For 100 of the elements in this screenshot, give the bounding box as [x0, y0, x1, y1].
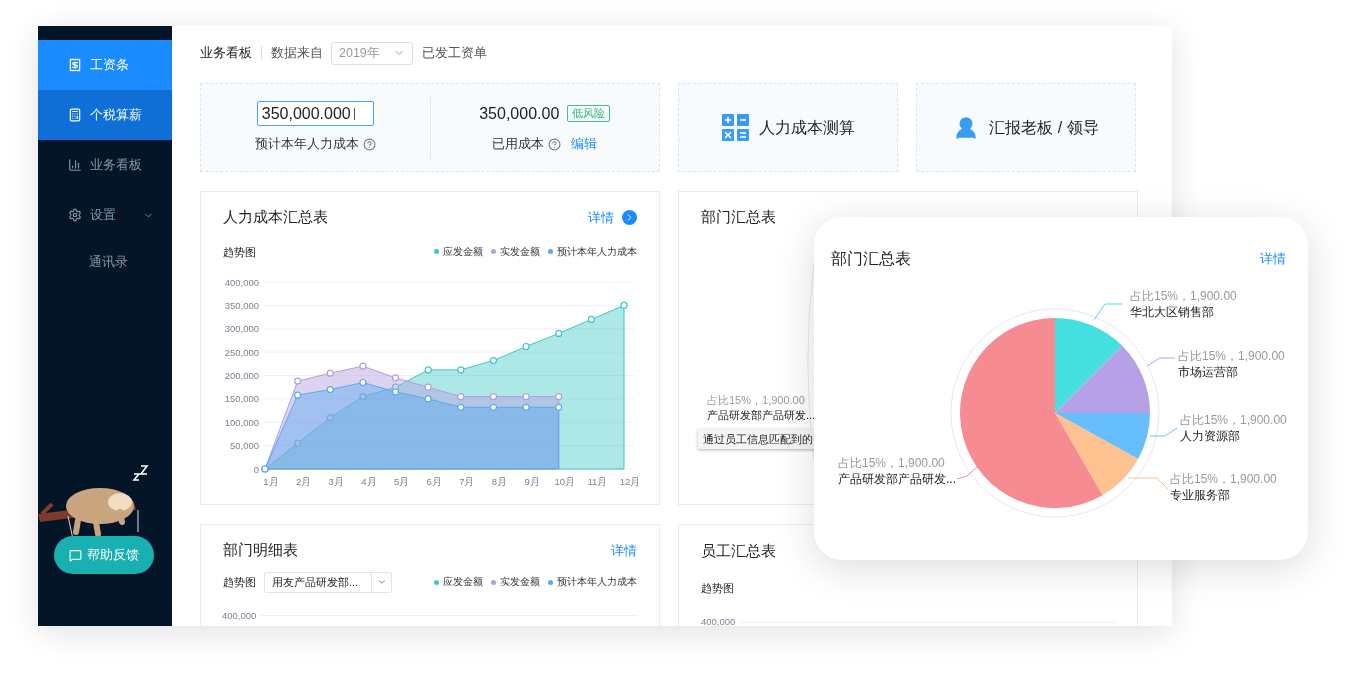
data-point [326, 369, 334, 377]
data-point [294, 439, 302, 447]
axis-label: 5月 [393, 476, 410, 487]
edit-link[interactable]: 编辑 [571, 135, 598, 154]
source-label: 数据来自 [271, 44, 323, 63]
receipt-icon [68, 58, 82, 72]
message-icon [69, 548, 82, 562]
axis-label: 200,000 [224, 370, 259, 381]
data-point [522, 342, 530, 351]
slice-value-label: 占比15%，1,900.00 [1170, 471, 1277, 487]
data-point [326, 413, 334, 422]
axis-label: 100,000 [224, 416, 259, 428]
slice-value-label: 占比15%，1,900.00 [1178, 348, 1285, 364]
axis-label: 6月 [426, 476, 442, 487]
used-cost-value: 350,000.00 [479, 103, 560, 124]
axis-label: 4月 [361, 476, 377, 487]
card-title: 部门汇总表 [701, 207, 776, 227]
slice-name-label: 市场运营部 [1178, 364, 1239, 380]
axis-label: 0 [253, 463, 259, 475]
data-point [489, 356, 498, 365]
axis-label: 7月 [459, 476, 475, 487]
legend-label: 预计本年人力成本 [557, 244, 637, 259]
leader-line [1149, 427, 1178, 437]
data-point [522, 392, 530, 401]
calculator-icon [721, 114, 749, 141]
axis-label: 400,000 [222, 608, 257, 623]
action-card[interactable]: 人力成本测算 [678, 83, 898, 172]
leader-line [1146, 357, 1176, 367]
source-suffix: 已发工资单 [422, 44, 487, 63]
sidebar-item[interactable]: 设置 [38, 190, 172, 240]
axis-label: 8月 [491, 476, 508, 487]
data-point [424, 366, 432, 374]
sidebar-item[interactable]: 业务看板 [38, 140, 172, 190]
help-icon[interactable] [548, 138, 562, 151]
legend-label: 预计本年人力成本 [557, 574, 637, 589]
legend-label: 应发金额 [443, 244, 483, 259]
sidebar-subitem[interactable]: 通讯录 [38, 240, 172, 284]
help-icon[interactable] [362, 138, 376, 151]
page-title: 业务看板 [200, 44, 252, 63]
card-title: 部门明细表 [223, 540, 298, 560]
leader-line [1093, 303, 1123, 321]
axis-label: 11月 [587, 476, 608, 487]
data-point [555, 329, 563, 338]
axis-label: 2月 [296, 476, 312, 487]
card-title: 人力成本汇总表 [223, 207, 328, 227]
budget-input[interactable]: 350,000.000 [256, 101, 374, 127]
slice-name-label: 人力资源部 [1180, 428, 1241, 444]
axis-label: 12月 [619, 476, 641, 487]
year-select[interactable]: 2019年 [331, 41, 413, 65]
card-title: 部门汇总表 [831, 249, 911, 269]
data-point [424, 395, 432, 403]
axis-label: 10月 [554, 476, 575, 487]
axis-label: 150,000 [224, 393, 259, 405]
axis-label: 3月 [328, 476, 344, 487]
leader-line [956, 466, 978, 480]
budget-label: 预计本年人力成本 [254, 136, 359, 154]
data-point [587, 315, 595, 323]
data-point [457, 392, 465, 401]
legend-label: 实发金额 [500, 244, 540, 259]
axis-label: 50,000 [229, 440, 259, 452]
slice-value-label: 占比15%，1,900.00 [1180, 412, 1287, 428]
data-point [359, 392, 367, 401]
slice-name-label: 华北大区销售部 [1130, 304, 1215, 320]
data-point [326, 385, 334, 394]
data-point [555, 403, 563, 411]
settings-icon [68, 208, 82, 222]
axis-label: 350,000 [224, 299, 259, 311]
help-feedback-button[interactable]: 帮助反馈 [54, 536, 154, 574]
axis-label: 250,000 [224, 346, 259, 358]
action-card[interactable]: 汇报老板 / 领导 [916, 83, 1136, 172]
axis-label: 400,000 [701, 615, 736, 626]
slice-name-label: 专业服务部 [1170, 487, 1231, 503]
department-select[interactable]: 用友产品研发部... [264, 571, 392, 593]
legend-label: 实发金额 [500, 574, 540, 589]
slice-name-label: 产品研发部产品研发... [707, 408, 816, 423]
detail-link[interactable]: 详情 [588, 207, 614, 227]
data-point [555, 392, 563, 401]
slice-value-label: 占比15%，1,900.00 [1130, 288, 1237, 304]
detail-link[interactable]: 详情 [611, 540, 637, 560]
data-point [424, 383, 432, 391]
data-point [457, 403, 465, 411]
axis-label: 9月 [524, 476, 540, 487]
bar-chart-icon [68, 158, 82, 172]
data-point [489, 403, 498, 411]
axis-label: 300,000 [224, 323, 259, 335]
chart-subtitle: 趋势图 [701, 582, 734, 594]
sidebar-item[interactable]: 工资条 [38, 40, 172, 90]
slice-value-label: 占比15%，1,900.00 [838, 455, 946, 471]
detail-link[interactable]: 详情 [1260, 249, 1286, 269]
caret-icon [376, 577, 387, 587]
axis-label: 400,000 [224, 276, 259, 288]
data-point [489, 392, 498, 401]
chart-subtitle: 趋势图 [223, 244, 256, 260]
calculator-icon [68, 108, 82, 122]
leader-line [1127, 477, 1169, 490]
sidebar-item[interactable]: 个税算薪 [38, 90, 172, 140]
data-point [294, 377, 302, 385]
card-title: 员工汇总表 [701, 542, 776, 559]
chart-subtitle: 趋势图 [223, 574, 256, 590]
data-point [359, 362, 367, 370]
